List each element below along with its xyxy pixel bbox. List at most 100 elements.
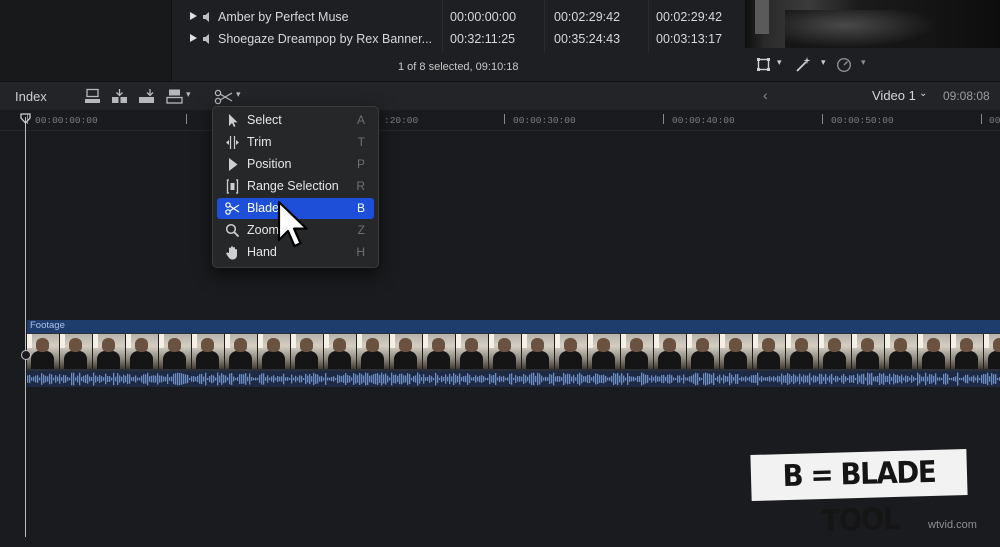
ruler-label: 00:0 — [989, 115, 1000, 126]
menu-item-trim[interactable]: Trim T — [217, 132, 374, 153]
scissors-icon[interactable] — [214, 89, 234, 105]
waveform-bar — [831, 373, 833, 385]
browser-row[interactable]: Shoegaze Dreampop by Rex Banner... 00:32… — [172, 28, 745, 50]
waveform-bar — [657, 376, 659, 382]
waveform-bar — [121, 376, 123, 382]
chevron-left-icon[interactable]: ‹ — [763, 87, 768, 103]
timeline-ruler[interactable]: 00:00:00:00 :20:00 00:00:30:00 00:00:40:… — [0, 110, 1000, 131]
waveform-bar — [307, 375, 309, 383]
browser-row[interactable]: Amber by Perfect Muse 00:00:00:00 00:02:… — [172, 6, 745, 28]
chevron-down-icon[interactable]: ▾ — [821, 57, 826, 68]
waveform-bar — [387, 375, 389, 383]
waveform-bar — [399, 373, 401, 385]
viewer-preview — [745, 0, 1000, 48]
speed-gauge-icon[interactable] — [836, 57, 852, 73]
waveform-bar — [347, 375, 349, 383]
mouse-cursor-icon — [277, 200, 308, 248]
menu-item-position[interactable]: Position P — [217, 154, 374, 175]
chevron-down-icon[interactable]: ▾ — [777, 57, 782, 68]
waveform-bar — [225, 375, 227, 383]
waveform-bar — [281, 376, 283, 382]
waveform-bar — [57, 376, 59, 382]
append-clip-icon[interactable] — [138, 88, 155, 104]
waveform-bar — [987, 372, 989, 386]
waveform-bar — [501, 376, 503, 382]
shortcut-key: R — [356, 179, 365, 193]
disclosure-triangle-icon[interactable] — [190, 34, 197, 42]
waveform-bar — [761, 376, 763, 382]
waveform-bar — [947, 374, 949, 384]
waveform-bar — [595, 373, 597, 385]
chevron-down-icon[interactable]: ▾ — [236, 89, 241, 100]
waveform-bar — [339, 375, 341, 383]
clip-duration: 00:02:29:42 — [656, 10, 723, 24]
waveform-bar — [641, 372, 643, 386]
filmstrip-frame — [588, 334, 621, 369]
magnifier-icon — [225, 223, 240, 238]
waveform-bar — [935, 373, 937, 385]
waveform-bar — [407, 373, 409, 385]
chevron-down-icon[interactable]: ▾ — [186, 89, 191, 100]
menu-item-range-selection[interactable]: Range Selection R — [217, 176, 374, 197]
insert-clip-icon[interactable] — [111, 88, 128, 104]
waveform-bar — [715, 377, 717, 381]
waveform-bar — [149, 376, 151, 382]
playhead[interactable] — [25, 117, 26, 537]
waveform-bar — [491, 375, 493, 383]
chevron-down-icon[interactable]: ⌄ — [919, 88, 927, 99]
waveform-bar — [949, 377, 951, 381]
waveform-bar — [655, 375, 657, 383]
waveform-bar — [735, 374, 737, 384]
waveform-bar — [577, 374, 579, 384]
menu-item-label: Select — [247, 113, 282, 127]
clip-name: Shoegaze Dreampop by Rex Banner... — [218, 32, 433, 46]
timeline-clip[interactable]: Footage — [27, 320, 1000, 388]
waveform-bar — [247, 376, 249, 382]
ruler-label: 00:00:50:00 — [831, 115, 894, 126]
index-button[interactable]: Index — [15, 89, 47, 104]
disclosure-triangle-icon[interactable] — [190, 12, 197, 20]
waveform-bar — [769, 376, 771, 382]
chevron-down-icon[interactable]: ▾ — [861, 57, 866, 68]
waveform-bar — [939, 377, 941, 381]
waveform-bar — [319, 376, 321, 382]
playhead-handle-icon[interactable] — [20, 113, 31, 124]
waveform-bar — [431, 376, 433, 382]
waveform-bar — [495, 373, 497, 385]
menu-item-label: Hand — [247, 245, 277, 259]
waveform-bar — [685, 377, 687, 381]
waveform-bar — [945, 373, 947, 385]
waveform-bar — [457, 375, 459, 383]
transform-icon[interactable] — [756, 57, 771, 72]
waveform-bar — [103, 377, 105, 381]
waveform-bar — [583, 376, 585, 382]
video-role-selector[interactable]: Video 1 — [872, 88, 916, 103]
shortcut-key: P — [356, 157, 365, 171]
waveform-bar — [323, 377, 325, 381]
waveform-bar — [61, 377, 63, 381]
waveform-bar — [287, 377, 289, 381]
waveform-bar — [39, 377, 41, 381]
playhead-marker[interactable] — [21, 350, 31, 360]
clip-end: 00:02:29:42 — [554, 10, 621, 24]
waveform-bar — [569, 374, 571, 384]
menu-item-label: Blade — [247, 201, 279, 215]
waveform-bar — [395, 374, 397, 384]
waveform-bar — [901, 374, 903, 384]
waveform-bar — [451, 376, 453, 382]
waveform-bar — [389, 377, 391, 381]
waveform-bar — [275, 377, 277, 381]
waveform-bar — [391, 372, 393, 386]
waveform-bar — [781, 373, 783, 385]
waveform-bar — [825, 373, 827, 385]
waveform-bar — [951, 377, 953, 381]
menu-item-select[interactable]: Select A — [217, 110, 374, 131]
waveform-bar — [785, 375, 787, 383]
filmstrip-frame — [720, 334, 753, 369]
ruler-label: 00:00:30:00 — [513, 115, 576, 126]
waveform-bar — [797, 376, 799, 382]
connect-clip-icon[interactable] — [84, 88, 101, 104]
waveform-bar — [45, 375, 47, 383]
magic-wand-icon[interactable] — [795, 56, 812, 73]
overwrite-clip-icon[interactable] — [166, 88, 183, 104]
